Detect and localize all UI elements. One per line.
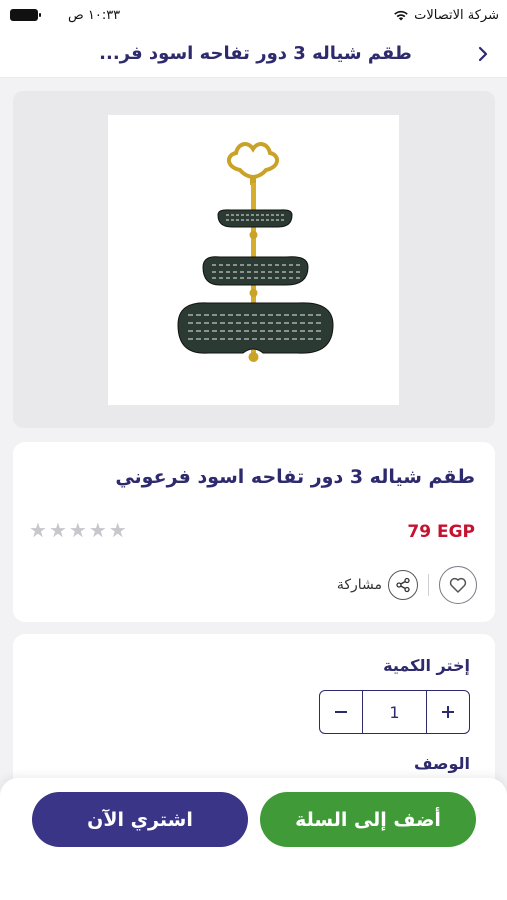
product-image-card <box>13 91 495 428</box>
product-actions: مشاركة <box>337 566 477 604</box>
star-icon: ★ <box>108 518 127 542</box>
plus-icon <box>442 706 454 718</box>
quantity-value[interactable]: 1 <box>362 691 427 733</box>
minus-icon <box>335 711 347 713</box>
star-icon: ★ <box>68 518 87 542</box>
carrier-label: شركة الاتصالات <box>414 7 499 23</box>
bottom-action-bar: اشتري الآن أضف إلى السلة <box>0 778 507 900</box>
star-icon: ★ <box>88 518 107 542</box>
product-image[interactable] <box>108 115 399 405</box>
chevron-right-icon <box>478 46 488 61</box>
status-bar: ١٠:٣٣ ص شركة الاتصالات <box>0 0 507 30</box>
star-icon: ★ <box>48 518 67 542</box>
status-time: ١٠:٣٣ ص <box>68 7 121 23</box>
add-to-cart-button[interactable]: أضف إلى السلة <box>260 792 476 847</box>
wifi-icon <box>394 10 408 21</box>
description-title: الوصف <box>413 754 470 773</box>
decrease-button[interactable] <box>320 691 362 733</box>
quantity-stepper: 1 <box>319 690 470 734</box>
share-label: مشاركة <box>336 577 382 593</box>
quantity-title: إختر الكمية <box>383 656 470 675</box>
cake-stand-illustration <box>177 142 334 362</box>
heart-icon <box>449 577 467 593</box>
product-name: طقم شياله 3 دور تفاحه اسود فرعوني <box>115 466 475 488</box>
battery-icon <box>10 9 41 21</box>
nav-bar: طقم شياله 3 دور تفاحه اسود فر... <box>0 30 507 78</box>
increase-button[interactable] <box>427 691 469 733</box>
favorite-button[interactable] <box>439 566 477 604</box>
rating-stars: ★ ★ ★ ★ ★ <box>29 520 127 540</box>
share-button[interactable]: مشاركة <box>337 570 418 600</box>
buy-now-button[interactable]: اشتري الآن <box>32 792 248 847</box>
page-title: طقم شياله 3 دور تفاحه اسود فر... <box>99 43 412 64</box>
back-button[interactable] <box>471 42 495 66</box>
star-icon: ★ <box>29 518 47 542</box>
divider <box>428 574 429 596</box>
product-price: 79 EGP <box>407 522 475 542</box>
share-icon <box>388 570 418 600</box>
product-info-card: طقم شياله 3 دور تفاحه اسود فرعوني 79 EGP… <box>13 442 495 622</box>
